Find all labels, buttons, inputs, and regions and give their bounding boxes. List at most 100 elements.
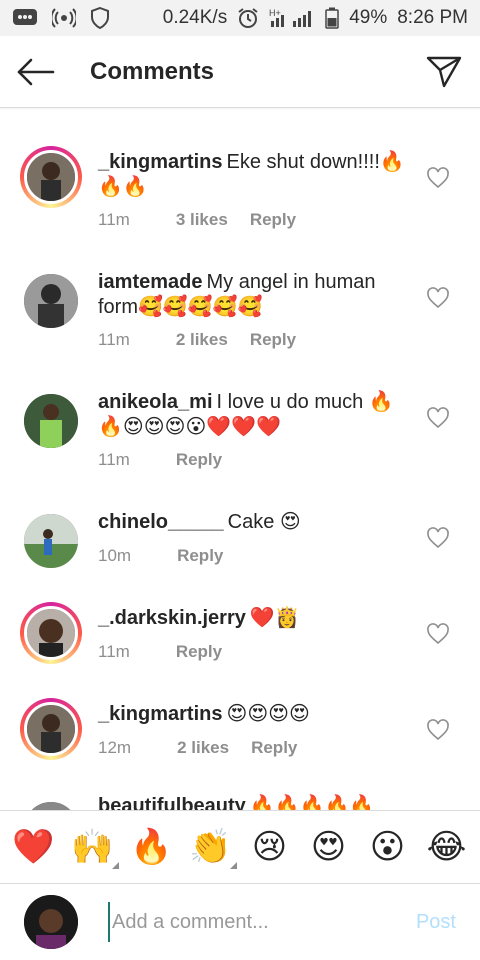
battery-icon	[325, 7, 339, 29]
emoji-clap-button[interactable]: 👏	[187, 823, 237, 871]
comment-likes[interactable]: 3 likes	[176, 210, 228, 230]
comment-time: 11m	[98, 642, 130, 661]
avatar-image	[24, 150, 78, 204]
comment-meta: 11m Reply	[98, 642, 222, 662]
emoji-quick-bar: ❤️ 🙌 🔥 👏 😢 😍 😮 😂	[0, 810, 480, 884]
comment-time: 11m	[98, 330, 130, 349]
crying-emoji-icon: 😢	[251, 828, 288, 866]
comment-text: 🔥🔥🔥🔥🔥	[249, 795, 375, 810]
comment-text: ❤️👸	[249, 607, 300, 629]
reply-button[interactable]: Reply	[250, 330, 296, 350]
comment-time: 10m	[98, 546, 132, 565]
raised-hands-emoji-icon: 🙌	[71, 828, 114, 866]
laughing-emoji-icon: 😂	[426, 828, 467, 866]
avatar[interactable]	[20, 798, 82, 810]
reply-button[interactable]: Reply	[176, 450, 222, 470]
reply-button[interactable]: Reply	[177, 546, 223, 566]
comment-likes[interactable]: 2 likes	[176, 330, 228, 350]
comment-time: 11m	[98, 210, 130, 229]
reply-button[interactable]: Reply	[251, 738, 297, 758]
comment-body: beautifulbeauty 🔥🔥🔥🔥🔥	[98, 794, 408, 810]
surprised-emoji-icon: 😮	[369, 828, 406, 866]
fire-emoji-icon: 🔥	[130, 828, 173, 866]
emoji-surprised-button[interactable]: 😮	[364, 823, 412, 871]
comment-username[interactable]: anikeola_mi	[98, 391, 213, 413]
skin-tone-indicator	[229, 862, 237, 869]
avatar-image	[24, 514, 78, 568]
avatar[interactable]	[20, 510, 82, 572]
emoji-crying-button[interactable]: 😢	[246, 823, 294, 871]
avatar[interactable]	[20, 698, 82, 760]
comment-body: _kingmartins Eke shut down!!!!🔥🔥🔥	[98, 150, 408, 200]
network-speed: 0.24K/s	[162, 7, 228, 28]
my-avatar	[24, 895, 78, 949]
chat-notification-icon	[12, 7, 38, 29]
avatar[interactable]	[20, 146, 82, 208]
avatar-image	[24, 394, 78, 448]
like-heart-icon[interactable]	[426, 622, 450, 646]
reply-button[interactable]: Reply	[250, 210, 296, 230]
avatar-image	[24, 606, 78, 660]
svg-text:H+: H+	[269, 8, 281, 18]
share-button[interactable]	[408, 36, 480, 108]
comment-body: anikeola_mi I love u do much 🔥🔥😍😍😍😮❤️❤️❤️	[98, 390, 408, 440]
like-heart-icon[interactable]	[426, 406, 450, 430]
comment-meta: 11m Reply	[98, 450, 222, 470]
emoji-fire-button[interactable]: 🔥	[128, 823, 176, 871]
like-heart-icon[interactable]	[426, 286, 450, 310]
like-heart-icon[interactable]	[426, 718, 450, 742]
comment-text: 😍😍😍😍	[226, 703, 310, 725]
shield-icon	[90, 7, 110, 29]
comments-list[interactable]: _kingmartins Eke shut down!!!!🔥🔥🔥 11m 3 l…	[0, 108, 480, 810]
signal-icon: H+	[269, 7, 315, 29]
send-icon	[426, 56, 462, 87]
reply-button[interactable]: Reply	[176, 642, 222, 662]
comment-username[interactable]: beautifulbeauty	[98, 795, 246, 810]
comment-username[interactable]: _kingmartins	[98, 151, 222, 173]
comment-time: 11m	[98, 450, 130, 469]
emoji-laughing-button[interactable]: 😂	[423, 823, 471, 871]
comment-time: 12m	[98, 738, 132, 757]
heart-emoji-icon: ❤️	[12, 828, 55, 866]
like-heart-icon[interactable]	[426, 526, 450, 550]
clap-emoji-icon: 👏	[189, 828, 232, 866]
comment-username[interactable]: iamtemade	[98, 271, 203, 293]
comment-text: Cake 😍	[227, 511, 301, 533]
page-title: Comments	[90, 57, 215, 85]
avatar[interactable]	[20, 270, 82, 332]
comment-meta: 11m 3 likes Reply	[98, 210, 296, 230]
comment-username[interactable]: _kingmartins	[98, 703, 222, 725]
hotspot-icon	[52, 8, 76, 28]
comment-meta: 12m 2 likes Reply	[98, 738, 297, 758]
comment-username[interactable]: _.darkskin.jerry	[98, 607, 246, 629]
post-button[interactable]: Post	[416, 911, 456, 934]
comment-body: _kingmartins 😍😍😍😍	[98, 702, 408, 727]
comment-body: _.darkskin.jerry ❤️👸	[98, 606, 408, 631]
alarm-icon	[237, 7, 259, 29]
comment-meta: 11m 2 likes Reply	[98, 330, 296, 350]
clock: 8:26 PM	[397, 7, 468, 28]
comment-username[interactable]: chinelo_____	[98, 511, 224, 533]
skin-tone-indicator	[111, 862, 119, 869]
status-bar: 0.24K/s H+ 49% 8:26 PM	[0, 0, 480, 36]
emoji-heart-eyes-button[interactable]: 😍	[305, 823, 353, 871]
avatar[interactable]	[20, 390, 82, 452]
comment-input[interactable]	[108, 902, 388, 942]
heart-eyes-emoji-icon: 😍	[310, 828, 347, 866]
avatar[interactable]	[20, 602, 82, 664]
comment-body: chinelo_____ Cake 😍	[98, 510, 408, 535]
comment-meta: 10m Reply	[98, 546, 223, 566]
emoji-heart-button[interactable]: ❤️	[10, 823, 58, 871]
avatar-image	[24, 274, 78, 328]
back-button[interactable]	[0, 36, 72, 108]
like-heart-icon[interactable]	[426, 166, 450, 190]
emoji-raised-hands-button[interactable]: 🙌	[69, 823, 119, 871]
comment-likes[interactable]: 2 likes	[177, 738, 229, 758]
avatar-image	[24, 702, 78, 756]
avatar-image	[24, 802, 78, 810]
back-arrow-icon	[17, 58, 55, 85]
battery-percent: 49%	[349, 7, 388, 28]
header: Comments	[0, 36, 480, 108]
comment-body: iamtemade My angel in human form🥰🥰🥰🥰🥰	[98, 270, 408, 320]
comment-composer: Post	[0, 884, 480, 960]
